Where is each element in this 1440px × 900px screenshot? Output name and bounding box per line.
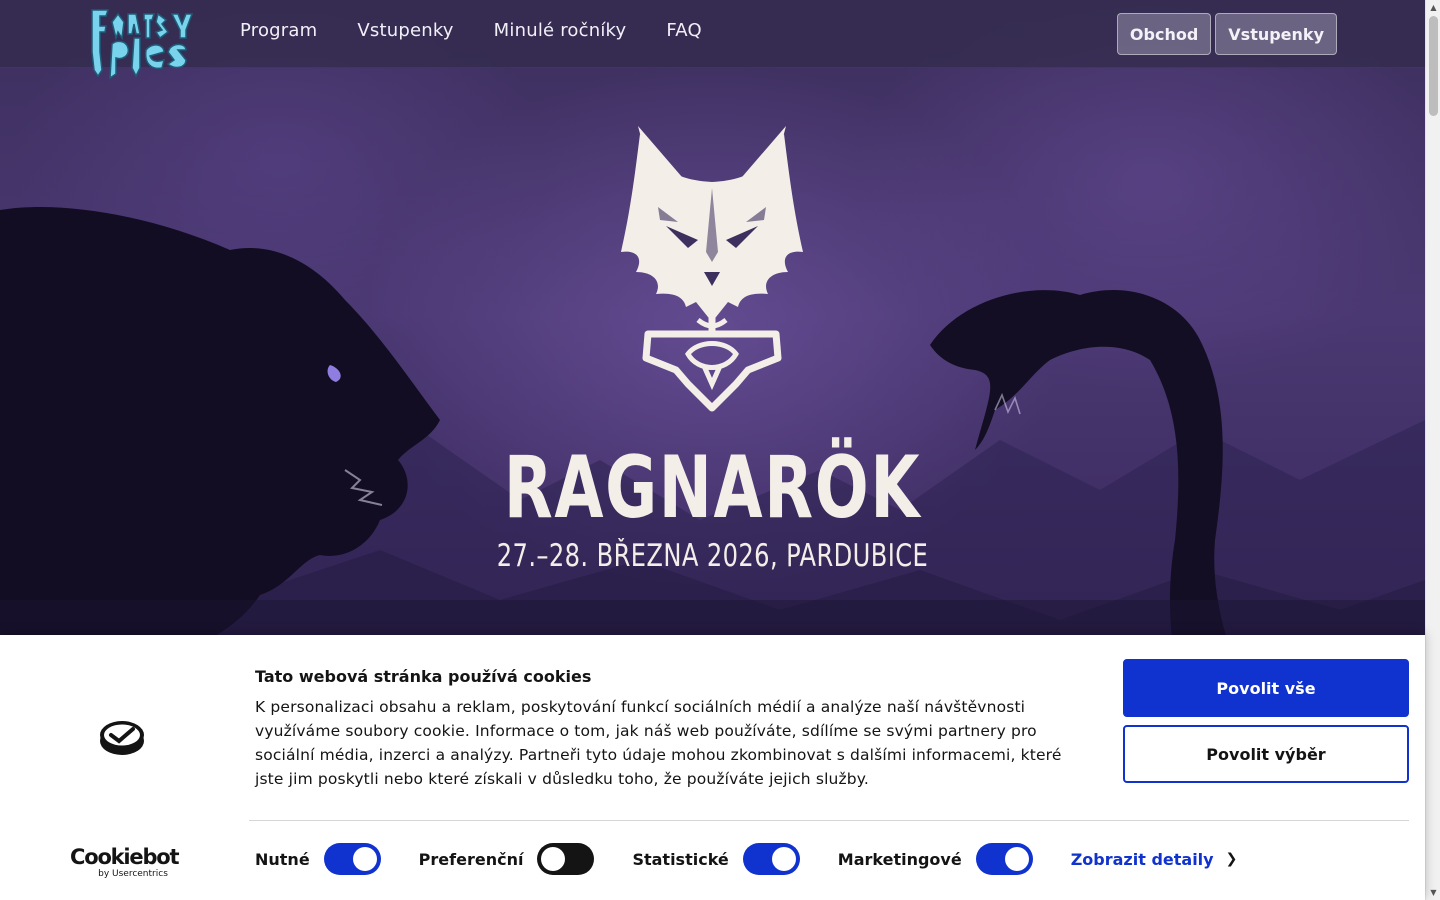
cookie-banner-divider — [249, 820, 1409, 821]
toggle-group-preferences: Preferenční — [419, 843, 595, 875]
toggle-knob — [1004, 847, 1029, 871]
toggle-label-statistics: Statistické — [632, 849, 729, 869]
toggle-label-necessary: Nutné — [255, 849, 310, 869]
toggle-preferences[interactable] — [537, 843, 595, 875]
nav-link-faq[interactable]: FAQ — [666, 20, 701, 41]
toggle-knob — [541, 847, 566, 871]
toggle-statistics[interactable] — [742, 843, 800, 875]
toggle-group-marketing: Marketingové — [838, 843, 1033, 875]
toggle-group-statistics: Statistické — [632, 843, 800, 875]
allow-all-button[interactable]: Povolit vše — [1123, 659, 1409, 717]
shop-button[interactable]: Obchod — [1116, 13, 1212, 55]
tickets-button[interactable]: Vstupenky — [1215, 13, 1337, 55]
chevron-right-icon: ❯ — [1225, 851, 1238, 867]
cookie-banner-text: K personalizaci obsahu a reklam, poskyto… — [255, 698, 1062, 788]
cookie-consent-banner: Tato webová stránka používá cookies K pe… — [0, 635, 1425, 900]
cookie-banner-title: Tato webová stránka používá cookies — [255, 667, 592, 686]
wolf-mjolnir-icon — [621, 126, 803, 412]
allow-selection-button[interactable]: Povolit výběr — [1123, 725, 1409, 783]
toggle-marketing[interactable] — [975, 843, 1033, 875]
cookie-category-toggles: Nutné Preferenční Statistické Marketingo… — [255, 843, 1237, 875]
nav-link-tickets[interactable]: Vstupenky — [357, 20, 453, 41]
cookiebot-brand-name: Cookiebot — [70, 845, 180, 869]
hero-subtitle: 27.–28. BŘEZNA 2026, PARDUBICE — [496, 538, 929, 574]
nav-link-past-years[interactable]: Minulé ročníky — [494, 20, 627, 41]
cookiebot-badge-icon — [100, 721, 144, 755]
toggle-knob — [771, 847, 796, 871]
page-scrollbar[interactable]: ▲ ▼ — [1425, 0, 1440, 900]
toggle-label-preferences: Preferenční — [418, 849, 524, 869]
scrollbar-thumb[interactable] — [1429, 16, 1438, 116]
main-nav: Program Vstupenky Minulé ročníky FAQ — [240, 20, 702, 41]
show-details-link[interactable]: Zobrazit detaily ❯ — [1071, 850, 1238, 869]
show-details-label: Zobrazit detaily — [1070, 849, 1214, 869]
toggle-group-necessary: Nutné — [255, 843, 381, 875]
nav-link-program[interactable]: Program — [240, 20, 317, 41]
toggle-necessary[interactable] — [323, 843, 381, 875]
scroll-up-arrow-icon[interactable]: ▲ — [1426, 0, 1440, 15]
toggle-label-marketing: Marketingové — [837, 849, 962, 869]
fantasy-ples-logo[interactable] — [86, 4, 200, 80]
hero-title: RAGNARÖK — [503, 438, 922, 538]
toggle-knob — [352, 847, 377, 871]
scroll-down-arrow-icon[interactable]: ▼ — [1426, 885, 1440, 900]
cookiebot-logo[interactable]: Cookiebot by Usercentrics — [70, 845, 180, 879]
nav-buttons: Obchod Vstupenky — [1116, 13, 1337, 55]
cookiebot-brand-by: by Usercentrics — [98, 869, 168, 879]
top-navbar: Program Vstupenky Minulé ročníky FAQ Obc… — [0, 0, 1425, 80]
